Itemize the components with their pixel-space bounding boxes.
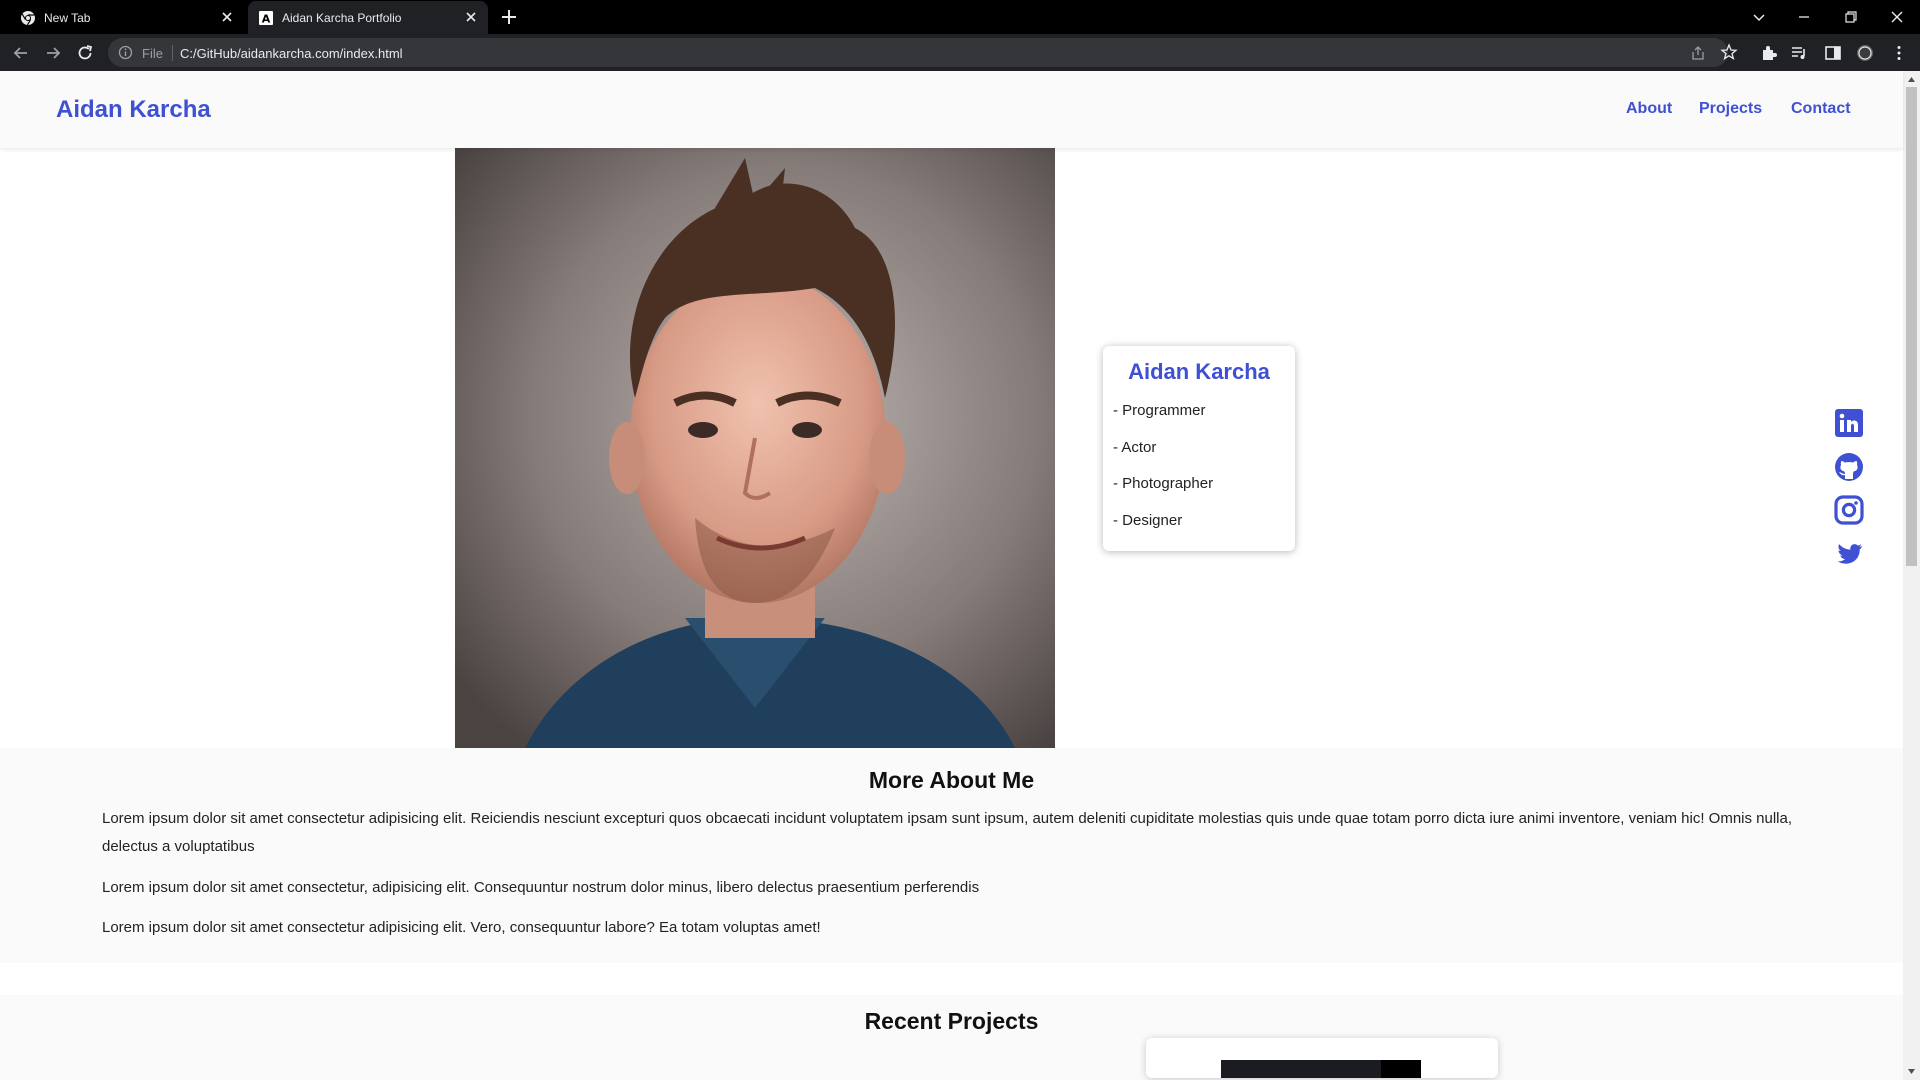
site-brand[interactable]: Aidan Karcha — [56, 96, 211, 124]
scroll-thumb[interactable] — [1906, 87, 1917, 566]
tab-search-icon[interactable] — [1748, 6, 1770, 28]
new-tab-icon[interactable] — [500, 8, 518, 26]
about-paragraph: Lorem ipsum dolor sit amet consectetur, … — [102, 879, 980, 896]
profile-avatar-icon[interactable] — [1856, 44, 1874, 62]
close-window-icon[interactable] — [1886, 6, 1908, 28]
linkedin-icon[interactable] — [1834, 408, 1864, 438]
browser-toolbar: File C:/GitHub/aidankarcha.com/index.htm… — [0, 34, 1920, 71]
bookmark-star-icon[interactable] — [1720, 43, 1738, 61]
projects-section: Recent Projects — [0, 995, 1903, 1080]
address-divider — [172, 45, 173, 61]
project-thumbnail-edge — [1381, 1060, 1421, 1078]
nav-projects[interactable]: Projects — [1699, 100, 1762, 118]
chrome-icon — [21, 10, 35, 25]
tab-title: Aidan Karcha Portfolio — [282, 10, 402, 25]
media-control-icon[interactable] — [1790, 44, 1808, 62]
role-item: - Designer — [1113, 512, 1183, 529]
intro-card: Aidan Karcha - Programmer - Actor - Phot… — [1103, 346, 1295, 551]
twitter-icon[interactable] — [1834, 539, 1864, 569]
back-icon[interactable] — [11, 43, 31, 63]
scroll-up-icon[interactable] — [1907, 75, 1916, 84]
info-icon[interactable] — [118, 45, 133, 60]
tab-title: New Tab — [44, 10, 91, 25]
about-paragraph: Lorem ipsum dolor sit amet consectetur a… — [102, 919, 821, 936]
url-text[interactable]: C:/GitHub/aidankarcha.com/index.html — [180, 46, 403, 61]
scheme-label: File — [142, 46, 163, 61]
about-title: More About Me — [868, 767, 1035, 793]
about-section: More About Me Lorem ipsum dolor sit amet… — [0, 748, 1903, 963]
close-tab-icon[interactable] — [464, 10, 478, 24]
role-item: - Actor — [1113, 439, 1157, 456]
share-icon[interactable] — [1690, 45, 1706, 61]
address-bar[interactable]: File C:/GitHub/aidankarcha.com/index.htm… — [108, 38, 1728, 67]
instagram-icon[interactable] — [1834, 495, 1864, 525]
profile-photo — [455, 148, 1055, 748]
projects-title: Recent Projects — [864, 1008, 1039, 1034]
role-item: - Photographer — [1113, 475, 1214, 492]
project-card[interactable] — [1146, 1038, 1498, 1078]
menu-kebab-icon[interactable] — [1890, 44, 1908, 62]
tab-new-tab[interactable]: New Tab — [12, 1, 244, 34]
side-panel-icon[interactable] — [1824, 44, 1842, 62]
reload-icon[interactable] — [75, 43, 95, 63]
scroll-down-icon[interactable] — [1907, 1067, 1916, 1076]
page-favicon-icon: A — [259, 10, 273, 25]
forward-icon[interactable] — [43, 43, 63, 63]
site-header: Aidan Karcha About Projects Contact — [0, 71, 1903, 148]
svg-text:A: A — [262, 12, 271, 25]
tab-portfolio[interactable]: A Aidan Karcha Portfolio — [248, 1, 488, 34]
about-paragraph: Lorem ipsum dolor sit amet consectetur a… — [102, 810, 1793, 855]
close-tab-icon[interactable] — [220, 10, 234, 24]
page-viewport: Aidan Karcha About Projects Contact Aida… — [0, 71, 1920, 1080]
nav-contact[interactable]: Contact — [1791, 100, 1851, 118]
role-item: - Programmer — [1113, 402, 1206, 419]
github-icon[interactable] — [1834, 452, 1864, 482]
browser-tab-bar: New Tab A Aidan Karcha Portfolio — [0, 0, 1920, 34]
restore-icon[interactable] — [1840, 6, 1862, 28]
card-name: Aidan Karcha — [1128, 359, 1270, 384]
extensions-icon[interactable] — [1760, 44, 1778, 62]
minimize-icon[interactable] — [1793, 6, 1815, 28]
page-scrollbar[interactable] — [1903, 71, 1920, 1080]
nav-about[interactable]: About — [1626, 100, 1672, 118]
